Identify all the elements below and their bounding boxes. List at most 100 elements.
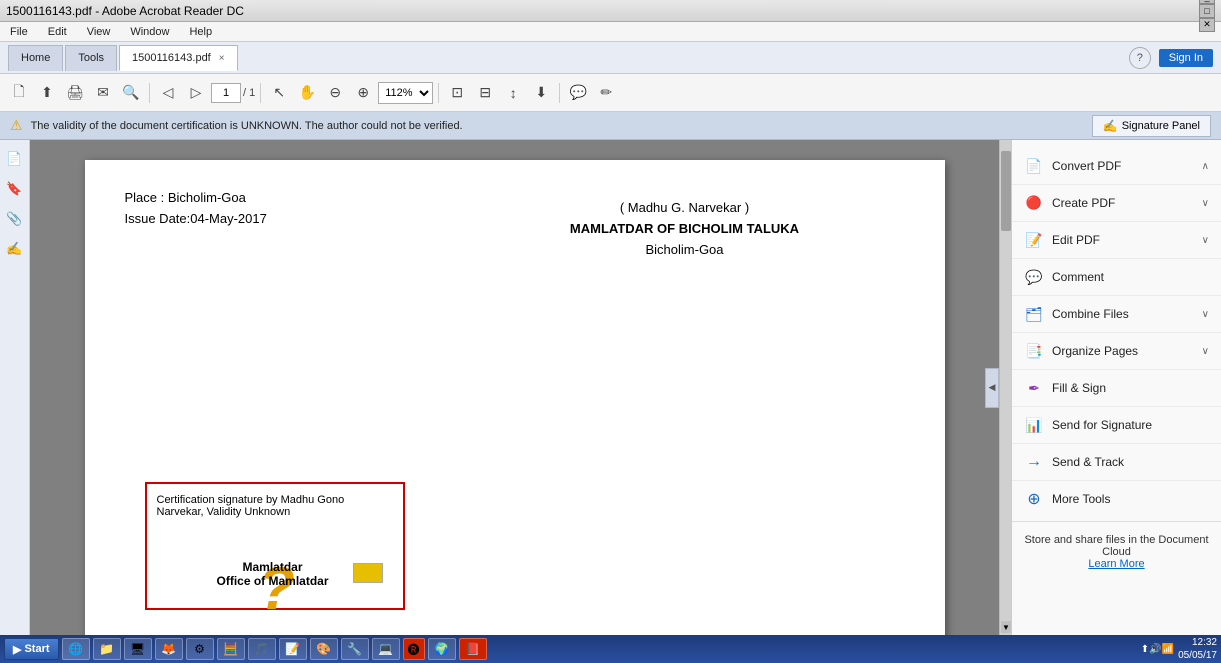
sidebar-sig-icon[interactable]: ✍ [4,238,26,260]
tab-close-icon[interactable]: × [219,53,225,64]
pdf-page: Place : Bicholim-Goa Issue Date:04-May-2… [85,160,945,635]
menu-help[interactable]: Help [183,24,218,40]
taskbar-app-monitor[interactable]: 💻 [372,638,400,660]
taskbar-app-desktop[interactable]: 🖥 [124,638,152,660]
start-button[interactable]: ▶ Start [4,638,59,660]
pdf-place: Place : Bicholim-Goa [125,190,267,205]
rp-item-combine-files[interactable]: 🗂 Combine Files ∨ [1012,296,1221,333]
rp-item-convert-pdf[interactable]: 📄 Convert PDF ∧ [1012,148,1221,185]
signin-btn[interactable]: Sign In [1159,49,1213,67]
cursor-btn[interactable]: ↖ [266,80,292,106]
rp-item-fill-sign[interactable]: ✒ Fill & Sign [1012,370,1221,407]
organize-pages-arrow: ∨ [1202,346,1209,357]
scroll-thumb[interactable] [1001,151,1011,231]
menu-view[interactable]: View [81,24,117,40]
taskbar-app-ie[interactable]: 🌐 [62,638,90,660]
taskbar-app-firefox[interactable]: 🦊 [155,638,183,660]
rotate-btn[interactable]: ↕ [500,80,526,106]
rp-more-tools[interactable]: ⊕ More Tools [1012,481,1221,517]
taskbar: ▶ Start 🌐 📁 🖥 🦊 ⚙ 🧮 🎵 📝 🎨 🔧 💻 🅡 🌍 📕 ⬆🔊📶 … [0,635,1221,663]
sidebar-page-icon[interactable]: 📄 [4,148,26,170]
sidebar-bookmark-icon[interactable]: 🔖 [4,178,26,200]
sig-text3: Mamlatdar [217,560,329,574]
find-btn[interactable]: 🔍 [118,80,144,106]
draw-btn[interactable]: ✏ [593,80,619,106]
hand-btn[interactable]: ✋ [294,80,320,106]
taskbar-app-red[interactable]: 🅡 [403,638,425,660]
rp-cloud-section: Store and share files in the Document Cl… [1012,521,1221,582]
notif-bar: ⚠ The validity of the document certifica… [0,112,1221,140]
page-input[interactable] [211,83,241,103]
signature-panel-btn[interactable]: ✍ Signature Panel [1092,115,1211,137]
help-btn[interactable]: ? [1129,47,1151,69]
taskbar-app-chrome[interactable]: 🌍 [428,638,456,660]
main-layout: 📄 🔖 📎 ✍ Place : Bicholim-Goa Issue Date:… [0,140,1221,635]
rp-item-send-track[interactable]: → Send & Track [1012,444,1221,481]
tab-tools[interactable]: Tools [65,45,117,71]
start-icon: ▶ [13,643,21,656]
taskbar-app-settings[interactable]: ⚙ [186,638,214,660]
taskbar-app-media[interactable]: 🎵 [248,638,276,660]
more-tools-icon: ⊕ [1024,489,1044,509]
tab-pdf[interactable]: 1500116143.pdf × [119,45,238,71]
create-pdf-arrow: ∨ [1202,198,1209,209]
rp-item-comment[interactable]: 💬 Comment [1012,259,1221,296]
pdf-viewer: Place : Bicholim-Goa Issue Date:04-May-2… [30,140,999,635]
zoom-select[interactable]: 112% 50% 75% 100% 125% 150% 200% [378,82,433,104]
pdf-authority-name: ( Madhu G. Narvekar ) [465,200,905,215]
print-btn[interactable]: 🖨 [62,80,88,106]
maximize-btn[interactable]: □ [1199,4,1215,18]
prev-page-btn[interactable]: ◁ [155,80,181,106]
send-track-icon: → [1024,452,1044,472]
sep4 [559,83,560,103]
create-pdf-label: Create PDF [1052,196,1115,210]
tab-home[interactable]: Home [8,45,63,71]
rp-item-edit-pdf[interactable]: 📝 Edit PDF ∨ [1012,222,1221,259]
open-file-btn[interactable]: ⬆ [34,80,60,106]
taskbar-app-explorer[interactable]: 📁 [93,638,121,660]
collapse-panel-btn[interactable]: ◀ [985,368,999,408]
email-btn[interactable]: ✉ [90,80,116,106]
tab-tools-label: Tools [78,52,104,64]
convert-pdf-icon: 📄 [1024,156,1044,176]
pdf-scrollbar[interactable]: ▼ [999,140,1011,635]
combine-files-arrow: ∨ [1202,309,1209,320]
comment-btn[interactable]: 💬 [565,80,591,106]
taskbar-app-paint[interactable]: 🎨 [310,638,338,660]
menu-file[interactable]: File [4,24,34,40]
sep3 [438,83,439,103]
clock-time: 12:32 [1178,636,1217,649]
tab-pdf-label: 1500116143.pdf [132,52,211,64]
next-page-btn[interactable]: ▷ [183,80,209,106]
close-btn[interactable]: ✕ [1199,18,1215,32]
clock-date: 05/05/17 [1178,649,1217,662]
learn-more-link[interactable]: Learn More [1088,558,1144,570]
fit-width-btn[interactable]: ⊟ [472,80,498,106]
taskbar-app-acrobat[interactable]: 📕 [459,638,487,660]
menu-edit[interactable]: Edit [42,24,73,40]
menu-window[interactable]: Window [124,24,175,40]
taskbar-app-notepad[interactable]: 📝 [279,638,307,660]
send-sig-icon: 📊 [1024,415,1044,435]
signature-box: Certification signature by Madhu Gono Na… [145,482,405,610]
scroll-down-btn[interactable]: ▼ [1001,621,1011,633]
fit-page-btn[interactable]: ⊡ [444,80,470,106]
convert-pdf-label: Convert PDF [1052,159,1121,173]
download-btn[interactable]: ⬇ [528,80,554,106]
sidebar-attach-icon[interactable]: 📎 [4,208,26,230]
create-pdf-icon: 🔴 [1024,193,1044,213]
edit-pdf-icon: 📝 [1024,230,1044,250]
rp-item-organize-pages[interactable]: 📑 Organize Pages ∨ [1012,333,1221,370]
sep2 [260,83,261,103]
zoom-in-btn[interactable]: ⊕ [350,80,376,106]
taskbar-app-calc[interactable]: 🧮 [217,638,245,660]
sig-text1: Certification signature by Madhu Gono [157,494,393,506]
rp-item-send-signature[interactable]: 📊 Send for Signature [1012,407,1221,444]
zoom-out-btn[interactable]: ⊖ [322,80,348,106]
rp-item-create-pdf[interactable]: 🔴 Create PDF ∨ [1012,185,1221,222]
combine-files-label: Combine Files [1052,307,1129,321]
new-file-btn[interactable]: 🗋 [6,80,32,106]
taskbar-app-tools2[interactable]: 🔧 [341,638,369,660]
menu-bar: File Edit View Window Help [0,22,1221,42]
edit-pdf-label: Edit PDF [1052,233,1100,247]
